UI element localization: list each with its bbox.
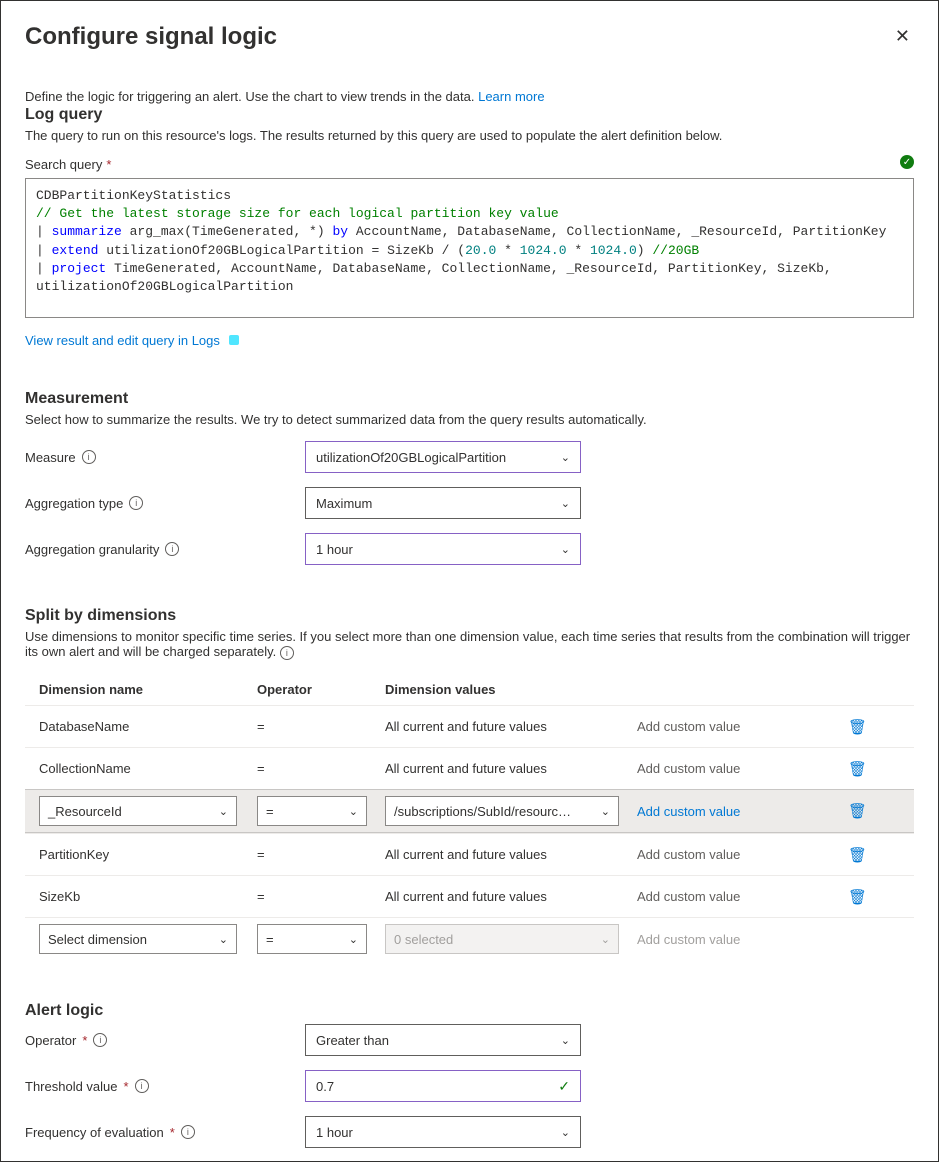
chevron-down-icon: ⌄	[561, 497, 570, 510]
delete-icon[interactable]: 🗑	[848, 889, 867, 906]
dimensions-table: Dimension name Operator Dimension values…	[25, 674, 914, 960]
chevron-down-icon: ⌄	[561, 543, 570, 556]
delete-icon[interactable]: 🗑	[848, 719, 867, 736]
log-query-desc: The query to run on this resource's logs…	[25, 128, 914, 143]
dimension-operator: =	[257, 761, 385, 776]
dimension-name-select[interactable]: _ResourceId ⌄	[39, 796, 237, 826]
table-row: PartitionKey = All current and future va…	[25, 833, 914, 875]
dimension-name: SizeKb	[39, 889, 257, 904]
table-row: DatabaseName = All current and future va…	[25, 705, 914, 747]
table-row-new: Select dimension ⌄ = ⌄ 0 selected ⌄ Add …	[25, 917, 914, 960]
dimension-name-select[interactable]: Select dimension ⌄	[39, 924, 237, 954]
aggregation-granularity-label: Aggregation granularity i	[25, 542, 305, 557]
dimension-values: All current and future values	[385, 719, 637, 734]
chevron-down-icon: ⌄	[561, 451, 570, 464]
measurement-desc: Select how to summarize the results. We …	[25, 412, 914, 427]
chevron-down-icon: ⌄	[601, 805, 610, 818]
aggregation-type-select[interactable]: Maximum ⌄	[305, 487, 581, 519]
search-query-input[interactable]: CDBPartitionKeyStatistics // Get the lat…	[25, 178, 914, 318]
threshold-label: Threshold value * i	[25, 1079, 305, 1094]
dimension-name: PartitionKey	[39, 847, 257, 862]
info-icon[interactable]: i	[135, 1079, 149, 1093]
view-in-logs-link[interactable]: View result and edit query in Logs	[25, 332, 242, 348]
add-custom-value-link[interactable]: Add custom value	[637, 804, 740, 819]
measure-label: Measure i	[25, 450, 305, 465]
info-icon[interactable]: i	[82, 450, 96, 464]
info-icon[interactable]: i	[93, 1033, 107, 1047]
add-custom-value-link[interactable]: Add custom value	[637, 761, 740, 776]
operator-select[interactable]: Greater than ⌄	[305, 1024, 581, 1056]
aggregation-granularity-select[interactable]: 1 hour ⌄	[305, 533, 581, 565]
measure-select[interactable]: utilizationOf20GBLogicalPartition ⌄	[305, 441, 581, 473]
table-header: Dimension name Operator Dimension values	[25, 674, 914, 705]
chevron-down-icon: ⌄	[349, 805, 358, 818]
add-custom-value-link[interactable]: Add custom value	[637, 847, 740, 862]
dimension-values-select: 0 selected ⌄	[385, 924, 619, 954]
threshold-input[interactable]: 0.7 ✓	[305, 1070, 581, 1102]
info-icon[interactable]: i	[165, 542, 179, 556]
chevron-down-icon: ⌄	[219, 805, 228, 818]
dimension-operator: =	[257, 719, 385, 734]
intro-text: Define the logic for triggering an alert…	[25, 89, 914, 104]
add-custom-value-link[interactable]: Add custom value	[637, 719, 740, 734]
chevron-down-icon: ⌄	[561, 1034, 570, 1047]
dimension-values-select[interactable]: /subscriptions/SubId/resourc… ⌄	[385, 796, 619, 826]
frequency-select[interactable]: 1 hour ⌄	[305, 1116, 581, 1148]
dimension-operator-select[interactable]: = ⌄	[257, 796, 367, 826]
chevron-down-icon: ⌄	[349, 933, 358, 946]
table-row: SizeKb = All current and future values A…	[25, 875, 914, 917]
page-title: Configure signal logic	[25, 23, 277, 51]
delete-icon[interactable]: 🗑	[848, 847, 867, 864]
dimension-values: All current and future values	[385, 889, 637, 904]
dimensions-title: Split by dimensions	[25, 607, 914, 625]
chevron-down-icon: ⌄	[601, 933, 610, 946]
info-icon[interactable]: i	[129, 496, 143, 510]
required-asterisk: *	[106, 157, 111, 172]
add-custom-value-link: Add custom value	[637, 932, 740, 947]
frequency-label: Frequency of evaluation * i	[25, 1125, 305, 1140]
alert-logic-title: Alert logic	[25, 1002, 914, 1020]
chevron-down-icon: ⌄	[219, 933, 228, 946]
log-query-title: Log query	[25, 106, 914, 124]
add-custom-value-link[interactable]: Add custom value	[637, 889, 740, 904]
validation-check-icon: ✓	[900, 155, 914, 169]
info-icon[interactable]: i	[280, 646, 294, 660]
chevron-down-icon: ⌄	[561, 1126, 570, 1139]
dimension-operator: =	[257, 889, 385, 904]
dimension-values: All current and future values	[385, 847, 637, 862]
table-row: _ResourceId ⌄ = ⌄ /subscriptions/SubId/r…	[25, 789, 914, 833]
checkmark-icon: ✓	[558, 1078, 570, 1095]
dimension-operator-select[interactable]: = ⌄	[257, 924, 367, 954]
search-query-label: Search query *	[25, 157, 914, 172]
dimension-operator: =	[257, 847, 385, 862]
info-icon[interactable]: i	[181, 1125, 195, 1139]
delete-icon[interactable]: 🗑	[848, 803, 867, 820]
operator-label: Operator * i	[25, 1033, 305, 1048]
dimensions-desc: Use dimensions to monitor specific time …	[25, 629, 914, 660]
logs-icon	[226, 332, 242, 348]
aggregation-type-label: Aggregation type i	[25, 496, 305, 511]
dimension-name: DatabaseName	[39, 719, 257, 734]
delete-icon[interactable]: 🗑	[848, 761, 867, 778]
dimension-values: All current and future values	[385, 761, 637, 776]
learn-more-link[interactable]: Learn more	[478, 89, 544, 104]
close-icon[interactable]: ✕	[891, 23, 914, 49]
dimension-name: CollectionName	[39, 761, 257, 776]
table-row: CollectionName = All current and future …	[25, 747, 914, 789]
measurement-title: Measurement	[25, 390, 914, 408]
